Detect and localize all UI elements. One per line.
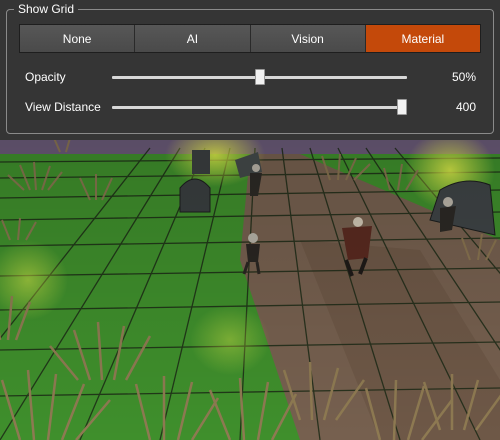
mode-material-button[interactable]: Material xyxy=(365,25,480,52)
game-viewport[interactable] xyxy=(0,140,500,440)
mode-vision-button[interactable]: Vision xyxy=(250,25,366,52)
opacity-slider[interactable] xyxy=(112,69,407,85)
view-distance-label: View Distance xyxy=(25,100,101,114)
opacity-value: 50% xyxy=(451,70,476,84)
view-distance-value: 400 xyxy=(455,100,476,114)
opacity-slider-thumb[interactable] xyxy=(254,69,265,85)
view-distance-slider[interactable] xyxy=(112,99,407,115)
mode-none-button[interactable]: None xyxy=(20,25,136,52)
opacity-label: Opacity xyxy=(25,70,66,84)
grid-mode-selector: None AI Vision Material xyxy=(19,24,481,53)
groupbox-title: Show Grid xyxy=(14,2,79,16)
view-distance-slider-thumb[interactable] xyxy=(397,99,407,115)
mode-ai-button[interactable]: AI xyxy=(135,25,251,52)
scene-vignette xyxy=(0,140,500,440)
grid-settings-panel: Show Grid None AI Vision Material Opacit… xyxy=(0,0,500,140)
